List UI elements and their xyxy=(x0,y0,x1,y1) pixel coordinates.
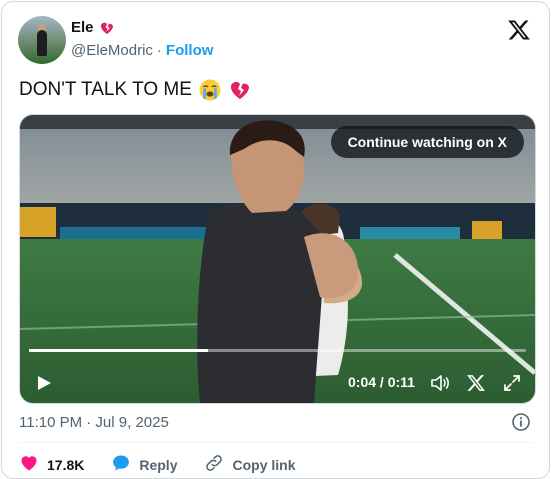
separator-dot: · xyxy=(156,42,162,59)
video-player[interactable]: Continue watching on X 0:04 / 0:11 xyxy=(19,114,536,404)
copy-link-button[interactable]: Copy link xyxy=(204,453,296,476)
like-count: 17.8K xyxy=(47,456,85,473)
reply-bubble-icon xyxy=(111,453,131,476)
play-icon[interactable] xyxy=(36,375,52,391)
reply-label: Reply xyxy=(139,456,178,473)
x-logo-icon[interactable] xyxy=(466,373,486,393)
follow-button[interactable]: Follow xyxy=(166,42,214,59)
tweet-text: DON'T TALK TO ME xyxy=(19,79,192,100)
divider xyxy=(19,442,532,443)
tweet-card[interactable]: Ele @EleModric · Follow DON'T TALK TO ME xyxy=(1,1,550,479)
broken-heart-icon xyxy=(228,78,252,102)
continue-watching-button[interactable]: Continue watching on X xyxy=(330,126,524,158)
video-controls: 0:04 / 0:11 xyxy=(20,343,535,403)
avatar[interactable] xyxy=(18,16,66,64)
link-icon xyxy=(204,453,224,476)
tweet-timestamp[interactable]: 11:10 PM · Jul 9, 2025 xyxy=(19,414,169,431)
fullscreen-icon[interactable] xyxy=(502,373,522,393)
broken-heart-icon xyxy=(99,20,115,36)
tweet-text-row: DON'T TALK TO ME xyxy=(19,78,252,102)
like-button[interactable]: 17.8K xyxy=(19,453,84,476)
author-name[interactable]: Ele xyxy=(71,19,94,36)
red-heart-icon xyxy=(19,453,39,476)
progress-fill xyxy=(29,349,208,352)
x-logo-icon[interactable] xyxy=(507,18,531,42)
progress-bar[interactable] xyxy=(29,349,526,352)
volume-icon[interactable] xyxy=(430,373,450,393)
reply-button[interactable]: Reply xyxy=(111,453,177,476)
author-name-row: Ele xyxy=(71,19,115,36)
copy-link-label: Copy link xyxy=(232,456,296,473)
info-icon[interactable] xyxy=(511,412,531,432)
video-time: 0:04 / 0:11 xyxy=(348,374,415,390)
action-bar: 17.8K Reply Copy link xyxy=(19,453,323,476)
author-handle-row: @EleModric · Follow xyxy=(71,42,213,59)
loudly-crying-face-icon xyxy=(198,78,222,102)
author-handle[interactable]: @EleModric xyxy=(71,42,153,59)
